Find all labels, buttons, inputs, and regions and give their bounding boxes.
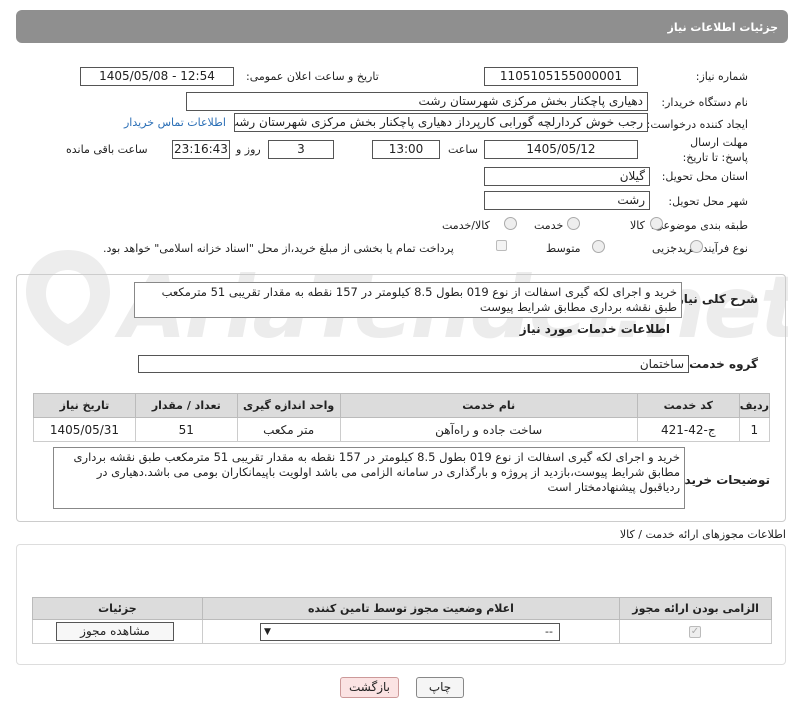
back-button[interactable]: بازگشت: [340, 677, 399, 698]
process-radio-medium[interactable]: [592, 240, 605, 253]
col-qty: تعداد / مقدار: [134, 393, 238, 418]
col-details: جزئیات: [32, 597, 203, 620]
col-required: الزامی بودن ارائه مجوز: [619, 597, 772, 620]
permit-status-select[interactable]: -- ▼: [260, 623, 560, 641]
col-code: کد خدمت: [636, 393, 740, 418]
creator-label: ایجاد کننده درخواست:: [646, 118, 748, 131]
announce-field: 1405/05/08 - 12:54: [80, 67, 234, 86]
announce-label: تاریخ و ساعت اعلان عمومی:: [246, 70, 379, 83]
time-label: ساعت: [448, 143, 478, 156]
service-group-field: ساختمان: [138, 355, 689, 373]
category-radio-service[interactable]: [567, 217, 580, 230]
category-option-goods-service: کالا/خدمت: [442, 219, 490, 232]
required-checkbox[interactable]: ✓: [689, 626, 701, 638]
cell-unit: متر مکعب: [236, 417, 341, 442]
col-row: ردیف: [738, 393, 771, 418]
cell-qty: 51: [134, 417, 238, 442]
buyer-notes-textarea[interactable]: خرید و اجرای لکه گیری اسفالت از نوع 019 …: [53, 447, 685, 509]
need-number-field: 1105105155000001: [484, 67, 638, 86]
process-radio-minor[interactable]: [690, 240, 703, 253]
category-option-goods: کالا: [630, 219, 645, 232]
buyer-org-field: دهیاری پاچکنار بخش مرکزی شهرستان رشت: [186, 92, 648, 111]
days-label: روز و: [236, 143, 261, 156]
city-label: شهر محل تحویل:: [668, 195, 748, 208]
col-unit: واحد اندازه گیری: [236, 393, 341, 418]
category-option-service: خدمت: [534, 219, 564, 232]
creator-field: رجب خوش کردارلچه گورابی کارپرداز دهیاری …: [234, 113, 648, 132]
deadline-date-field: 1405/05/12: [484, 140, 638, 159]
process-option-medium: متوسط: [546, 242, 581, 255]
col-date: تاریخ نیاز: [33, 393, 136, 418]
services-title: اطلاعات خدمات مورد نیاز: [519, 322, 670, 336]
print-button[interactable]: چاپ: [416, 677, 464, 698]
permit-status-value: --: [545, 625, 553, 638]
deadline-label: مهلت ارسال پاسخ: تا تاریخ:: [682, 136, 748, 164]
summary-label: شرح کلی نیاز:: [672, 292, 758, 306]
buyer-org-label: نام دستگاه خریدار:: [661, 96, 748, 109]
city-field: رشت: [484, 191, 650, 210]
cell-code: ج-42-421: [636, 417, 740, 442]
remaining-time-field: 23:16:43: [172, 140, 230, 159]
chevron-down-icon: ▼: [264, 627, 271, 637]
services-table: تاریخ نیاز تعداد / مقدار واحد اندازه گیر…: [33, 393, 771, 442]
need-number-label: شماره نیاز:: [695, 70, 748, 83]
col-name: نام خدمت: [339, 393, 638, 418]
service-group-label: گروه خدمت:: [684, 357, 758, 371]
page-header: جزئیات اطلاعات نیاز: [16, 10, 788, 43]
days-field: 3: [268, 140, 334, 159]
table-row: 1405/05/31 51 متر مکعب ساخت جاده و راه‌آ…: [33, 417, 771, 442]
page-title: جزئیات اطلاعات نیاز: [667, 21, 779, 34]
province-label: استان محل تحویل:: [661, 170, 748, 183]
contact-buyer-link[interactable]: اطلاعات تماس خریدار: [124, 116, 226, 129]
col-status: اعلام وضعیت مجوز توسط تامین کننده: [201, 597, 621, 620]
summary-textarea[interactable]: خرید و اجرای لکه گیری اسفالت از نوع 019 …: [134, 282, 682, 318]
view-permit-button[interactable]: مشاهده مجوز: [56, 622, 174, 641]
cell-row: 1: [738, 417, 771, 442]
remaining-label: ساعت باقی مانده: [66, 143, 148, 156]
deadline-time-field: 13:00: [372, 140, 440, 159]
cell-date: 1405/05/31: [33, 417, 136, 442]
treasury-payment-note: پرداخت تمام یا بخشی از مبلغ خرید،از محل …: [103, 242, 454, 255]
province-field: گیلان: [484, 167, 650, 186]
process-label: نوع فرآیند خرید :: [670, 242, 748, 255]
treasury-payment-checkbox[interactable]: [496, 240, 507, 251]
category-label: طبقه بندی موضوعی:: [650, 219, 748, 232]
permits-title: اطلاعات مجوزهای ارائه خدمت / کالا: [619, 528, 786, 541]
cell-name: ساخت جاده و راه‌آهن: [339, 417, 638, 442]
category-radio-goods-service[interactable]: [504, 217, 517, 230]
process-option-minor: جزیی: [652, 242, 678, 255]
category-radio-goods[interactable]: [650, 217, 663, 230]
